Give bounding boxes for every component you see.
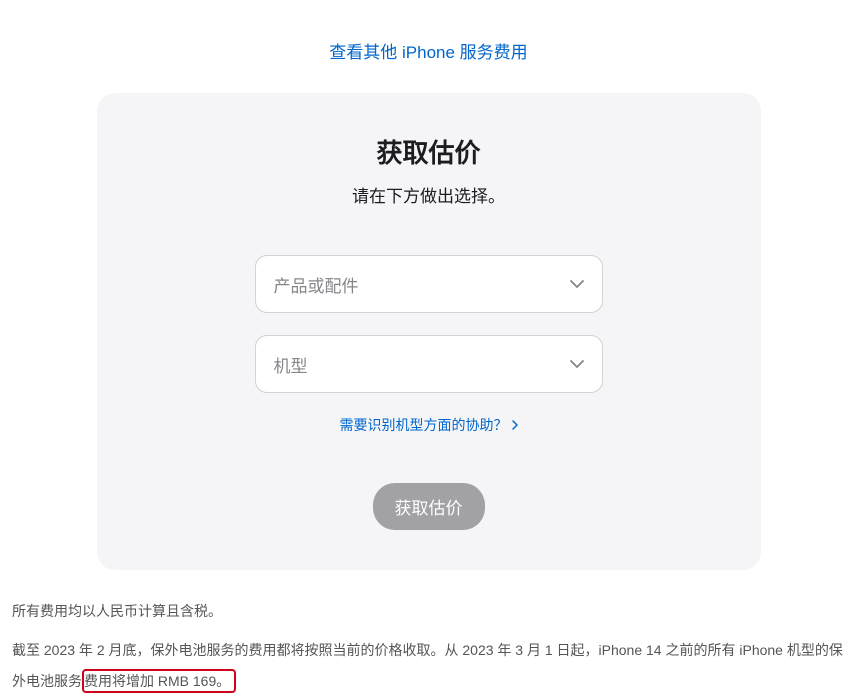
get-estimate-button[interactable]: 获取估价	[373, 483, 485, 530]
identify-model-link[interactable]: 需要识别机型方面的协助？	[340, 415, 518, 435]
footer-line-1: 所有费用均以人民币计算且含税。	[12, 596, 845, 627]
product-select[interactable]: 产品或配件	[255, 255, 603, 313]
model-select[interactable]: 机型	[255, 335, 603, 393]
chevron-right-icon	[512, 420, 518, 430]
help-link-label: 需要识别机型方面的协助？	[340, 415, 508, 435]
model-select-wrapper: 机型	[255, 335, 603, 393]
model-select-placeholder: 机型	[274, 352, 308, 377]
footer-line-2: 截至 2023 年 2 月底，保外电池服务的费用都将按照当前的价格收取。从 20…	[12, 635, 845, 696]
chevron-down-icon	[570, 360, 584, 368]
other-services-link[interactable]: 查看其他 iPhone 服务费用	[329, 43, 527, 62]
product-select-placeholder: 产品或配件	[274, 272, 359, 297]
card-subtitle: 请在下方做出选择。	[147, 182, 711, 207]
card-title: 获取估价	[147, 133, 711, 170]
footer-text: 所有费用均以人民币计算且含税。 截至 2023 年 2 月底，保外电池服务的费用…	[0, 570, 857, 696]
price-increase-highlight: 费用将增加 RMB 169。	[82, 669, 236, 693]
chevron-down-icon	[570, 280, 584, 288]
top-link-container: 查看其他 iPhone 服务费用	[0, 0, 857, 93]
estimate-card: 获取估价 请在下方做出选择。 产品或配件 机型 需要识别机型方面的协助？ 获取估…	[97, 93, 761, 570]
help-link-container: 需要识别机型方面的协助？	[147, 415, 711, 435]
product-select-wrapper: 产品或配件	[255, 255, 603, 313]
